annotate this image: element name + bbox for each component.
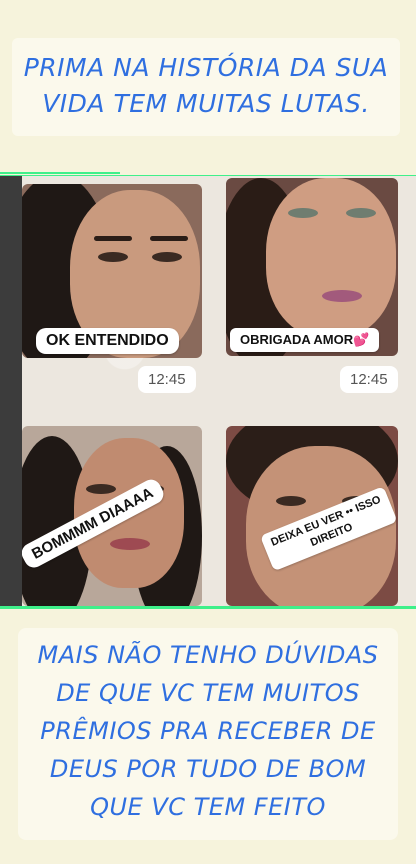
chat-screenshot: OK ENTENDIDO OBRIGADA AMOR💕 12:45 12:45 … (0, 176, 416, 608)
message-time: 12:45 (138, 366, 196, 393)
divider-line-short (0, 172, 120, 174)
bottom-caption-line-2: DE QUE VC TEM MUITOS (56, 679, 360, 707)
bottom-caption-line-1: MAIS NÃO TENHO DÚVIDAS (37, 641, 379, 669)
bottom-caption-line-3: PRÊMIOS PRA RECEBER DE (40, 717, 376, 745)
sticker-label: OK ENTENDIDO (36, 328, 179, 354)
top-caption-card: PRIMA NA HISTÓRIA DA SUA VIDA TEM MUITAS… (12, 38, 400, 136)
divider-line-bottom (0, 606, 416, 609)
sticker-3[interactable]: BOMMMM DIAAAA (22, 426, 202, 606)
message-time: 12:45 (340, 366, 398, 393)
sticker-1[interactable]: OK ENTENDIDO (22, 184, 202, 358)
bottom-caption: MAIS NÃO TENHO DÚVIDAS DE QUE VC TEM MUI… (18, 636, 398, 826)
chat-edge (0, 176, 22, 608)
top-caption-line-2: VIDA TEM MUITAS LUTAS. (42, 89, 370, 118)
bottom-caption-line-4: DEUS POR TUDO DE BOM (49, 755, 367, 783)
sticker-label: OBRIGADA AMOR💕 (230, 328, 380, 352)
top-caption-line-1: PRIMA NA HISTÓRIA DA SUA (23, 53, 389, 82)
top-caption: PRIMA NA HISTÓRIA DA SUA VIDA TEM MUITAS… (12, 50, 400, 122)
bottom-caption-line-5: QUE VC TEM FEITO (90, 793, 326, 821)
sticker-4[interactable]: DEIXA EU VER •• ISSO DIREITO (226, 426, 398, 606)
bottom-caption-card: MAIS NÃO TENHO DÚVIDAS DE QUE VC TEM MUI… (18, 628, 398, 840)
sticker-2[interactable]: OBRIGADA AMOR💕 (226, 178, 398, 356)
